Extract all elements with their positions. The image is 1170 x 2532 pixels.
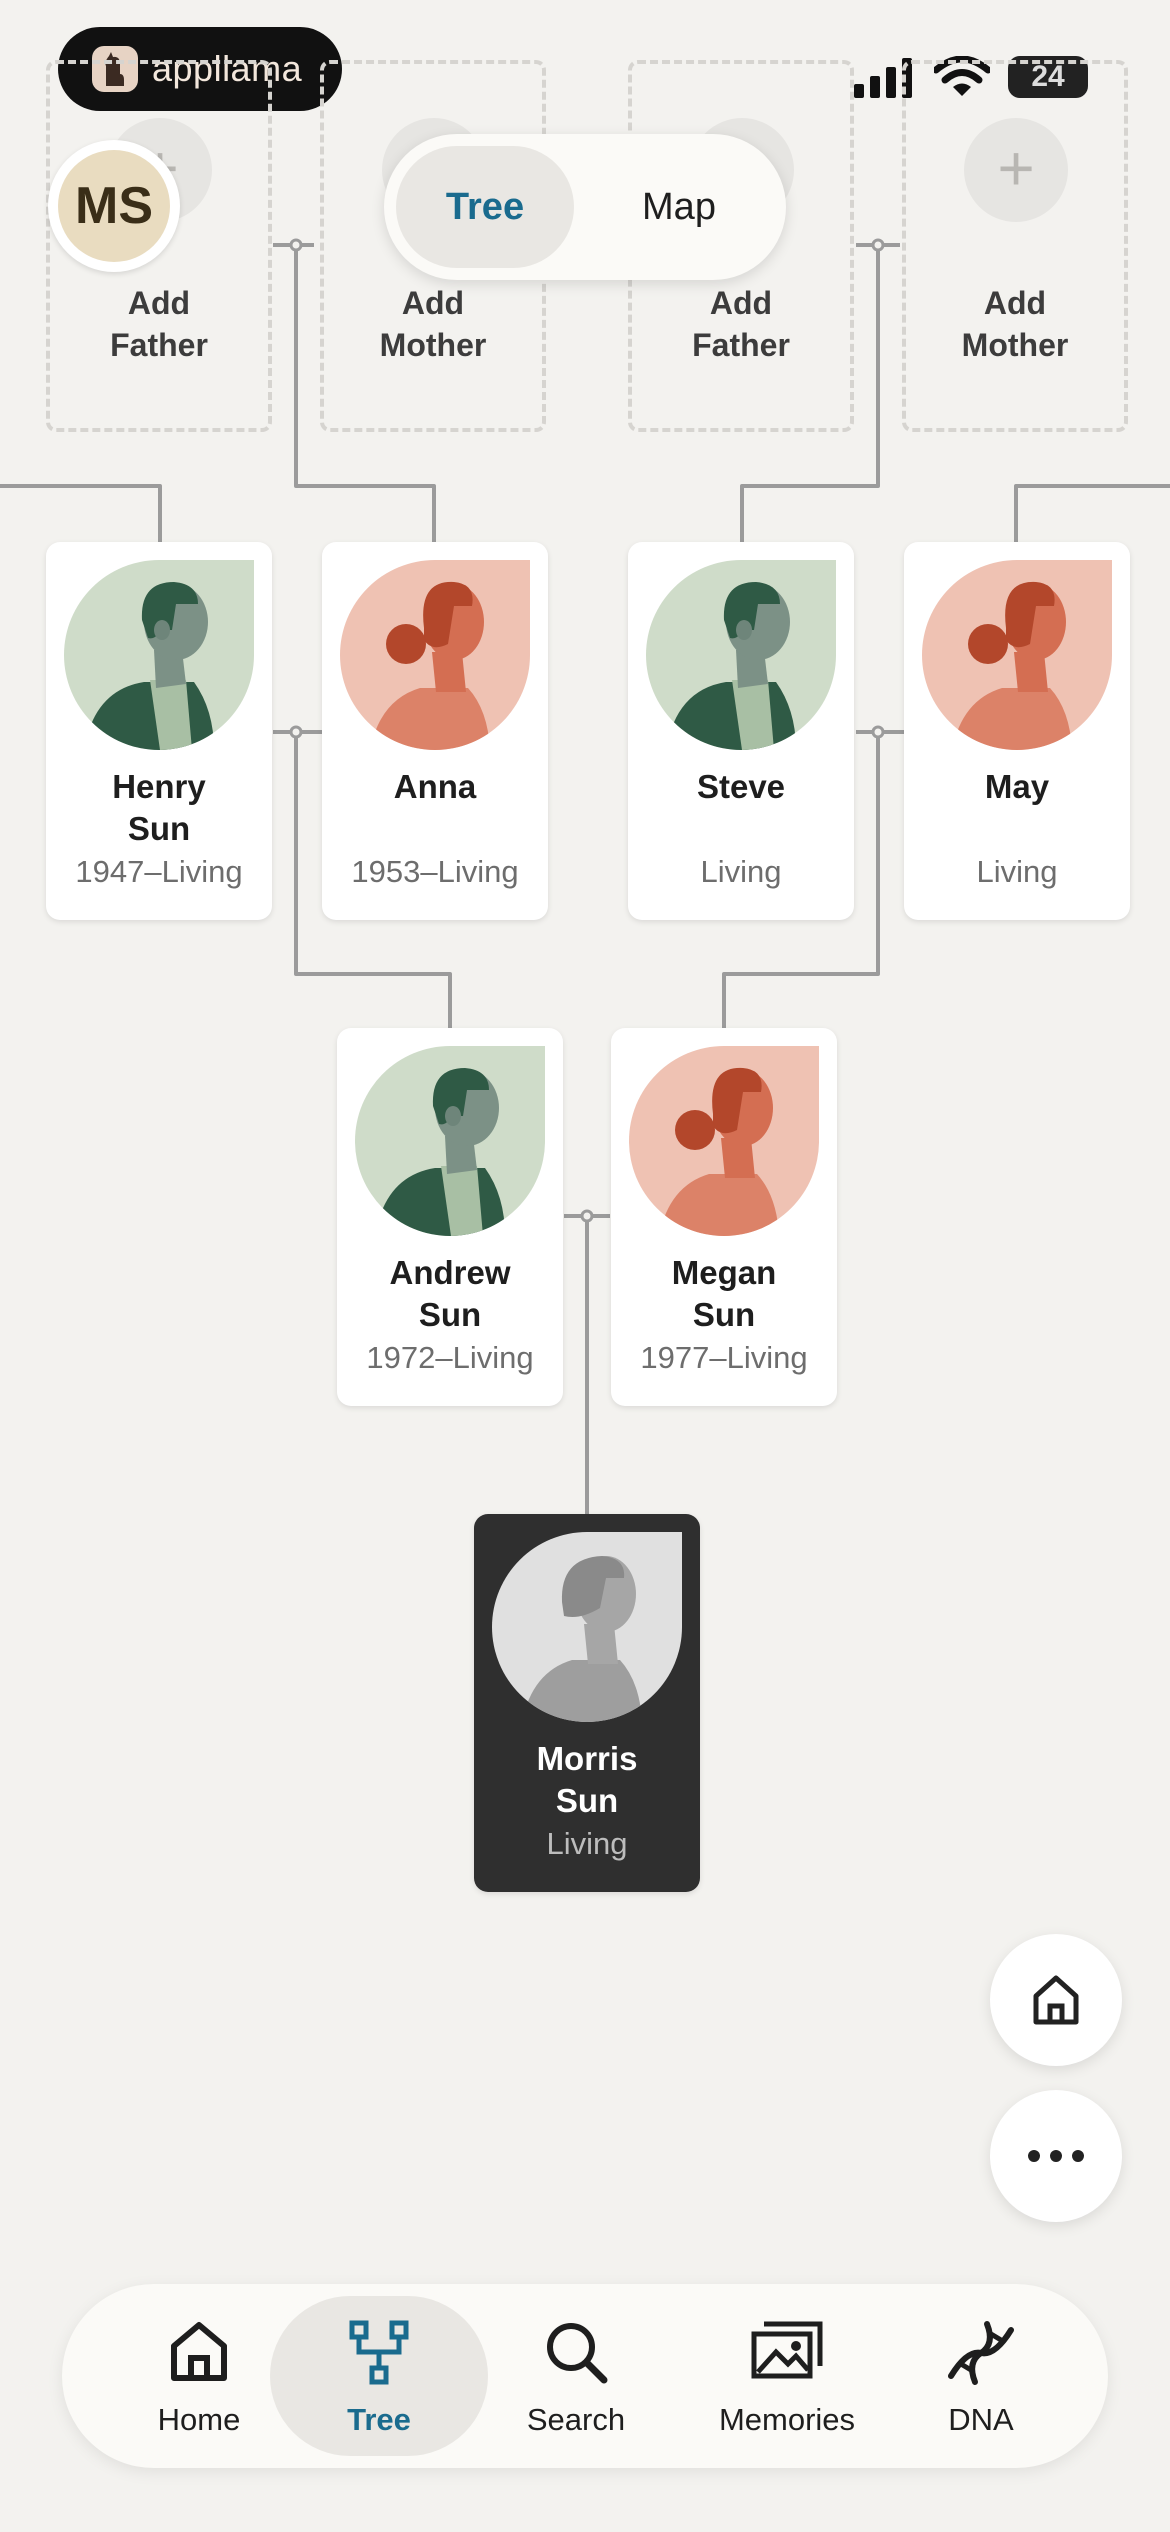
person-dates: 1953–Living (351, 854, 519, 889)
label-line: Add (401, 285, 465, 321)
person-card-andrew-sun[interactable]: Andrew Sun 1972–Living (337, 1028, 563, 1406)
nav-item-tree[interactable]: Tree (270, 2284, 488, 2468)
home-person-button[interactable] (990, 1934, 1122, 2066)
label-line: Add (983, 285, 1047, 321)
house-icon (1033, 1975, 1079, 2025)
name-line: Anna (393, 768, 477, 805)
person-dates: 1977–Living (640, 1340, 808, 1375)
female-avatar-icon (340, 560, 530, 750)
person-name: Andrew Sun (337, 1252, 563, 1336)
male-avatar-icon (64, 560, 254, 750)
person-card-steve[interactable]: Steve Living (628, 542, 854, 920)
name-line: Morris (536, 1740, 638, 1777)
add-father-label: Add Father (628, 282, 854, 366)
person-name: Henry Sun (46, 766, 272, 850)
name-line: Henry (112, 768, 206, 805)
name-line: Megan (671, 1254, 777, 1291)
nav-label: Home (157, 2402, 241, 2437)
nav-item-search[interactable]: Search (488, 2284, 664, 2468)
more-icon (1028, 2150, 1084, 2162)
home-icon (171, 2322, 227, 2381)
add-icon[interactable]: + (964, 118, 1068, 222)
person-name: Steve (628, 766, 854, 808)
person-card-may[interactable]: May Living (904, 542, 1130, 920)
name-line: Sun (418, 1296, 482, 1333)
nav-item-memories[interactable]: Memories (690, 2284, 884, 2468)
name-line: Steve (696, 768, 786, 805)
person-dates: 1947–Living (75, 854, 243, 889)
nav-item-home[interactable]: Home (100, 2284, 298, 2468)
nav-label: Memories (718, 2402, 856, 2437)
person-name: Anna (322, 766, 548, 808)
tree-icon (349, 2320, 409, 2385)
bottom-nav: Home Tree Search Memories DNA (62, 2284, 1108, 2468)
label-line: Father (110, 327, 208, 363)
person-dates: Living (976, 854, 1058, 889)
name-line: Sun (555, 1782, 619, 1819)
label-line: Mother (379, 327, 487, 363)
unknown-avatar-icon (492, 1532, 682, 1722)
person-card-henry-sun[interactable]: Henry Sun 1947–Living (46, 542, 272, 920)
female-avatar-icon (629, 1046, 819, 1236)
tab-map[interactable]: Map (584, 146, 774, 268)
label-line: Add (127, 285, 191, 321)
add-mother-label: Add Mother (320, 282, 546, 366)
person-dates: Living (546, 1826, 628, 1861)
person-card-megan-sun[interactable]: Megan Sun 1977–Living (611, 1028, 837, 1406)
name-line: Sun (692, 1296, 756, 1333)
dna-icon (948, 2321, 1014, 2385)
tab-tree[interactable]: Tree (396, 146, 574, 268)
female-avatar-icon (922, 560, 1112, 750)
add-mother-card[interactable] (902, 60, 1128, 432)
label-line: Mother (961, 327, 1069, 363)
name-line: May (984, 768, 1050, 805)
search-icon (547, 2323, 608, 2384)
more-options-button[interactable] (990, 2090, 1122, 2222)
add-mother-label: Add Mother (902, 282, 1128, 366)
nav-item-dna[interactable]: DNA (898, 2284, 1064, 2468)
label-line: Father (692, 327, 790, 363)
memories-icon (751, 2321, 823, 2379)
name-line: Andrew (389, 1254, 511, 1291)
label-line: Add (709, 285, 773, 321)
nav-label: Search (526, 2402, 626, 2437)
name-line: Sun (127, 810, 191, 847)
person-dates: Living (700, 854, 782, 889)
nav-label: DNA (948, 2402, 1014, 2437)
person-name: Morris Sun (474, 1738, 700, 1822)
profile-initials: MS (58, 150, 170, 262)
person-name: Megan Sun (611, 1252, 837, 1336)
nav-label: Tree (347, 2402, 411, 2437)
add-father-label: Add Father (46, 282, 272, 366)
profile-avatar[interactable]: MS (48, 140, 180, 272)
male-avatar-icon (355, 1046, 545, 1236)
person-card-morris-sun[interactable]: Morris Sun Living (474, 1514, 700, 1892)
male-avatar-icon (646, 560, 836, 750)
view-toggle: Tree Map (384, 134, 786, 280)
person-dates: 1972–Living (366, 1340, 534, 1375)
person-card-anna[interactable]: Anna 1953–Living (322, 542, 548, 920)
person-name: May (904, 766, 1130, 808)
